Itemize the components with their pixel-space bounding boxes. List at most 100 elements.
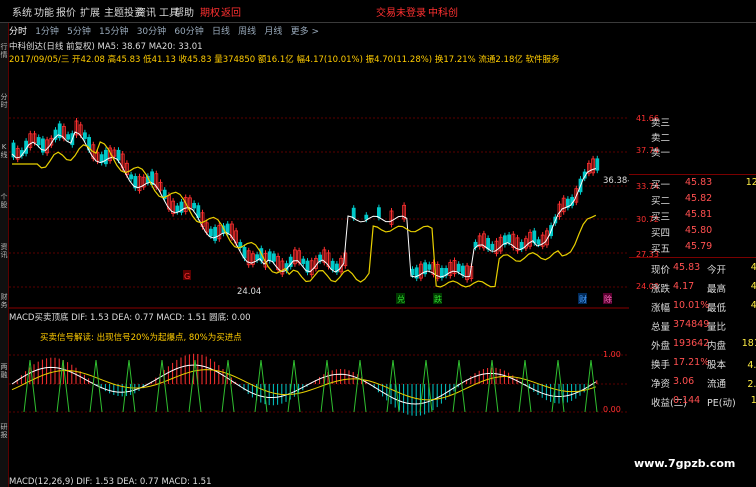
candle-body	[267, 251, 272, 261]
candle-body	[104, 149, 108, 165]
candle-body	[225, 223, 230, 234]
macd-axis-label: 0.00	[603, 405, 621, 414]
signal-spike	[155, 359, 169, 413]
candle-body	[490, 243, 495, 250]
candle-body	[66, 134, 70, 140]
stat-label: 净资	[651, 379, 671, 390]
candle-body	[410, 268, 415, 276]
current-price-label: 36.38-36.0	[603, 176, 629, 186]
candle-body	[330, 260, 335, 270]
stat-label: 现价	[651, 265, 671, 276]
ask-label: 卖三	[651, 118, 671, 129]
marker-pink-label: 除	[604, 294, 612, 304]
bid-row[interactable]: 买一 45.83 12156	[651, 176, 756, 191]
candle-body	[242, 246, 247, 259]
ask-row: 卖二	[651, 129, 756, 144]
bid-label: 买二	[651, 196, 671, 207]
candle-body	[536, 239, 541, 245]
candle-body	[192, 202, 197, 209]
stat-row: 外盘193642内盘 181207	[651, 337, 756, 354]
signal-spike	[89, 359, 103, 413]
stat-value: 159.5	[750, 395, 756, 406]
bid-price: 45.81	[685, 209, 713, 220]
stat-value: 45.83	[750, 281, 756, 292]
ask-label: 卖一	[651, 148, 671, 159]
stat-row: 收益(二)0.144PE(动)159.5	[651, 394, 756, 411]
signal-spike	[584, 359, 598, 413]
candle-body	[83, 132, 87, 139]
signal-spike	[122, 359, 136, 413]
marker-green-label: 兑	[397, 294, 405, 304]
candle-body	[175, 205, 180, 213]
ask-row: 卖三	[651, 114, 756, 129]
macd-footer: MACD(12,26,9) DIF: 1.53 DEA: 0.77 MACD: …	[9, 477, 211, 487]
ask-row: 卖一	[651, 144, 756, 159]
bid-price: 45.80	[685, 225, 713, 236]
stat-value: 2.18亿	[747, 379, 756, 390]
stat-label: 外盘	[651, 341, 671, 352]
candle-body	[364, 214, 369, 220]
ask-label: 卖二	[651, 133, 671, 144]
stat-value: 4.17	[673, 281, 695, 292]
stat-row: 换手17.21%股本 4.02亿	[651, 356, 756, 373]
dif-line	[11, 364, 597, 405]
stat-label: 总量	[651, 322, 671, 333]
stat-value: 45.83	[673, 262, 701, 273]
stat-row: 涨跌4.17 最高 45.83	[651, 280, 756, 297]
bid-row[interactable]: 买三45.813	[651, 208, 756, 223]
divider	[629, 174, 756, 175]
signal-spike	[386, 359, 400, 413]
bid-label: 买一	[651, 180, 671, 191]
bid-price: 45.83	[685, 177, 713, 188]
stat-label: 涨跌	[651, 284, 671, 295]
low-price-label: 24.04	[237, 287, 261, 297]
macd-axis-label: 1.00	[603, 350, 621, 359]
candle-body	[376, 207, 381, 218]
candle-body	[116, 149, 121, 161]
stat-value: 3.06	[673, 376, 695, 387]
stat-row: 净资3.06 流通 2.18亿	[651, 375, 756, 392]
stat-label: 今开	[707, 265, 727, 276]
marker-green-label: 跌	[434, 294, 442, 304]
stat-label: 流通	[707, 379, 727, 390]
candle-body	[595, 158, 600, 171]
bid-row[interactable]: 买四45.8015	[651, 224, 756, 239]
bid-row[interactable]: 买二45.821	[651, 192, 756, 207]
stat-value: 4.02亿	[747, 360, 756, 371]
stat-label: 最高	[707, 284, 727, 295]
marker-red-label: G	[184, 272, 190, 281]
stat-row: 涨幅10.01%最低 41.13	[651, 299, 756, 316]
divider	[629, 257, 756, 258]
candle-body	[427, 264, 432, 270]
signal-spike	[221, 359, 235, 413]
stat-label: 涨幅	[651, 303, 671, 314]
bid-label: 买三	[651, 212, 671, 223]
stat-value: 181207	[741, 338, 756, 349]
bid-volume: 12156	[745, 177, 756, 188]
stat-value: 374849	[673, 319, 710, 330]
macd-note: 买卖信号解读: 出现信号20%为起爆点, 80%为买进点	[40, 332, 242, 343]
candle-body	[456, 263, 461, 272]
macd-header: MACD买卖顶底 DIF: 1.53 DEA: 0.77 MACD: 1.51 …	[9, 312, 251, 323]
stat-label: PE(动)	[707, 398, 736, 409]
stat-value: 41.13	[750, 300, 756, 311]
candle-body	[301, 258, 306, 264]
stat-label: 股本	[707, 360, 727, 371]
stat-label: 量比	[707, 322, 727, 333]
candle-body	[271, 253, 276, 262]
candle-body	[318, 254, 323, 262]
chart-area[interactable]: 24.04 36.38-36.0 G 兑 跌 财 除 MACD买卖顶底 DIF:…	[0, 0, 629, 487]
stat-row: 现价45.83 今开 42.08	[651, 261, 756, 278]
signal-spike	[188, 359, 202, 413]
stat-label: 内盘	[707, 341, 727, 352]
stat-label: 换手	[651, 360, 671, 371]
bid-label: 买五	[651, 244, 671, 255]
stat-value: 42.08	[750, 262, 756, 273]
candle-body	[507, 234, 512, 243]
stat-value: 193642	[673, 338, 710, 349]
bid-row[interactable]: 买五45.791	[651, 240, 756, 255]
ma20-line	[12, 141, 597, 288]
candle-body	[129, 174, 134, 180]
signal-spike	[452, 359, 466, 413]
marker-blue-label: 财	[579, 294, 587, 304]
